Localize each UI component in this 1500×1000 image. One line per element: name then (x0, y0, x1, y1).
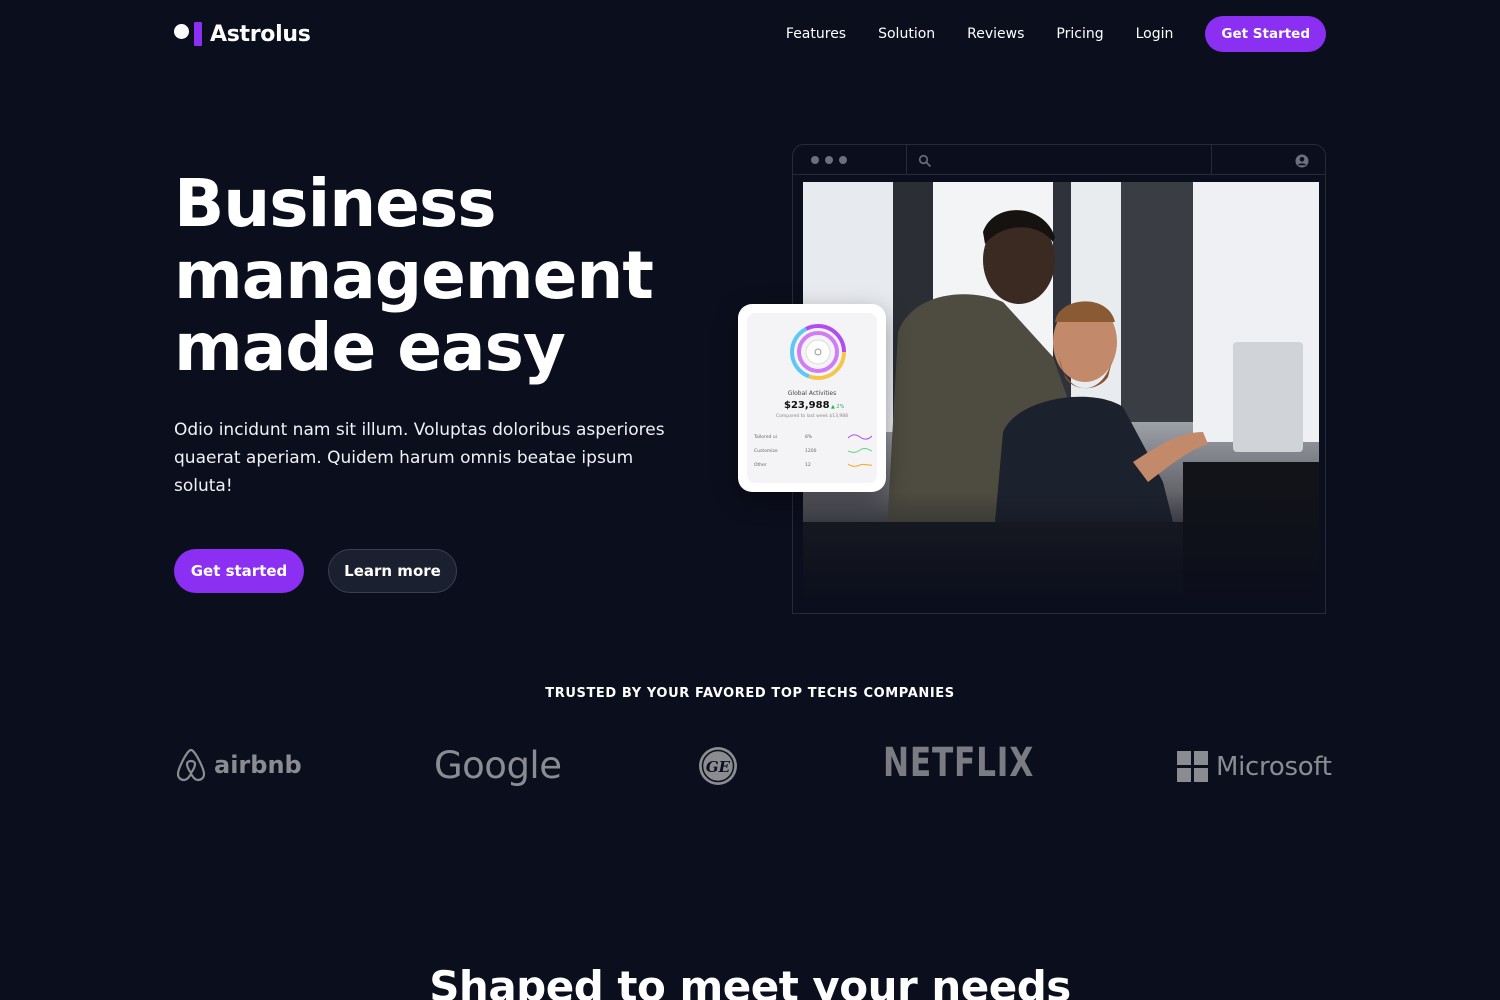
card-row: Customize 1200 (754, 447, 872, 457)
window-dot-icon (839, 156, 847, 164)
logo-dot-icon (174, 23, 189, 39)
section-title: Shaped to meet your needs (429, 962, 1071, 1000)
hero-title-line: management (174, 237, 654, 314)
card-row-label: Tailored ui (754, 435, 777, 440)
airbnb-wordmark: airbnb (214, 751, 302, 779)
card-title: Global Activities (787, 390, 837, 397)
learn-more-button[interactable]: Learn more (328, 549, 457, 593)
hero-subtitle: Odio incidunt nam sit illum. Voluptas do… (174, 420, 665, 496)
card-row-label: Other (754, 463, 767, 468)
ge-monogram-icon: GE (699, 747, 737, 785)
donut-chart-icon (790, 324, 846, 380)
card-subtitle: Compared to last week $13,988 (775, 414, 849, 419)
nav-link-reviews[interactable]: Reviews (967, 26, 1024, 42)
microsoft-wordmark: Microsoft (1216, 751, 1332, 782)
toolbar-divider (906, 145, 907, 175)
card-delta: ▲ 2% (831, 404, 845, 410)
sparkline-icon (848, 463, 872, 467)
browser-toolbar (793, 145, 1325, 175)
window-dot-icon (811, 156, 819, 164)
window-dots (811, 156, 847, 164)
nav-link-pricing[interactable]: Pricing (1056, 26, 1103, 42)
nav-link-features[interactable]: Features (786, 26, 846, 42)
card-row: Tailored ui 8% (754, 433, 872, 443)
brand-name: Astrolus (210, 21, 311, 47)
user-icon (1295, 153, 1309, 172)
search-icon (918, 153, 932, 172)
hero-title-line: Business (174, 165, 497, 242)
hero-title-line: made easy (174, 309, 566, 386)
nav-link-solution[interactable]: Solution (878, 26, 935, 42)
logo-bar-icon (194, 22, 202, 46)
airbnb-logo: airbnb (174, 747, 302, 783)
sparkline-icon (848, 447, 872, 453)
ge-mark-text: GE (706, 758, 731, 776)
stats-card-body: Global Activities $23,988 ▲ 2% Compared … (747, 313, 877, 483)
card-amount: $23,988 (784, 400, 830, 411)
nav-link-login[interactable]: Login (1136, 26, 1174, 42)
microsoft-logo: Microsoft (1177, 751, 1332, 782)
toolbar-divider (1211, 145, 1212, 175)
card-row: Other 12 (754, 461, 872, 471)
hero-title: Business management made easy (174, 168, 694, 384)
landing-page: Astrolus Features Solution Reviews Prici… (0, 0, 1500, 1000)
photo-fade-overlay (803, 492, 1319, 602)
top-nav: Astrolus Features Solution Reviews Prici… (174, 16, 1326, 52)
card-row-label: Customize (754, 449, 778, 454)
google-logo: Google (434, 744, 562, 787)
partner-logos: airbnb Google GE NETFLIX Microsoft (174, 740, 1332, 796)
airbnb-icon (176, 748, 206, 782)
card-row-value: 1200 (805, 449, 817, 454)
ge-logo: GE (698, 746, 738, 790)
get-started-nav-button[interactable]: Get Started (1205, 16, 1326, 52)
microsoft-grid-icon (1177, 751, 1208, 782)
sparkline-icon (848, 434, 872, 440)
netflix-logo: NETFLIX (883, 740, 1035, 786)
get-started-button[interactable]: Get started (174, 549, 304, 593)
stats-card: Global Activities $23,988 ▲ 2% Compared … (738, 304, 886, 492)
window-dot-icon (825, 156, 833, 164)
card-row-value: 12 (805, 463, 811, 468)
nav-links: Features Solution Reviews Pricing Login … (786, 16, 1326, 52)
card-row-value: 8% (805, 435, 813, 440)
trusted-heading: TRUSTED BY YOUR FAVORED TOP TECHS COMPAN… (545, 686, 955, 701)
brand-logo[interactable]: Astrolus (174, 20, 311, 48)
